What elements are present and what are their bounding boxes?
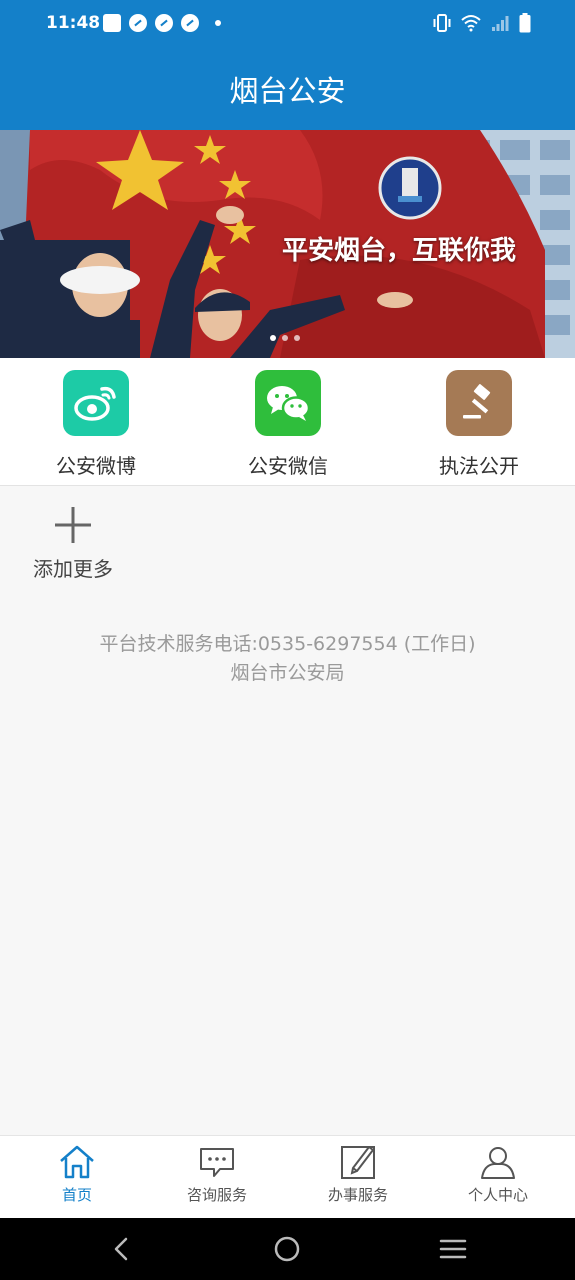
quick-action-law-enforcement[interactable]: 执法公开	[404, 370, 554, 479]
weibo-icon	[63, 370, 129, 436]
app-icon	[129, 14, 147, 32]
mail-icon	[103, 14, 121, 32]
tab-consult[interactable]: 咨询服务	[157, 1144, 277, 1205]
banner-carousel[interactable]: 平安烟台，互联你我	[0, 130, 575, 358]
tab-label: 办事服务	[327, 1186, 388, 1204]
quick-action-label: 执法公开	[439, 454, 519, 478]
organization-name: 烟台市公安局	[230, 662, 345, 684]
system-navigation-bar	[0, 1218, 575, 1280]
tab-affairs[interactable]: 办事服务	[298, 1144, 418, 1205]
carousel-dot	[294, 335, 300, 341]
gavel-icon	[446, 370, 512, 436]
add-more-label: 添加更多	[33, 557, 113, 581]
chat-icon	[200, 1148, 234, 1177]
quick-action-label: 公安微博	[56, 454, 136, 478]
app-icon	[155, 14, 173, 32]
service-phone: 平台技术服务电话:0535-6297554 (工作日)	[99, 633, 476, 655]
carousel-dot	[282, 335, 288, 341]
person-icon	[481, 1147, 515, 1179]
wifi-icon	[461, 15, 481, 32]
battery-icon	[519, 13, 531, 33]
plus-icon	[55, 507, 91, 543]
home-circle-icon[interactable]	[272, 1234, 302, 1264]
dot-icon	[215, 20, 221, 26]
menu-icon[interactable]	[438, 1234, 468, 1264]
tab-label: 首页	[61, 1186, 92, 1204]
app-icon	[181, 14, 199, 32]
tab-label: 个人中心	[467, 1186, 528, 1204]
vibrate-icon	[433, 14, 451, 32]
quick-action-weibo[interactable]: 公安微博	[21, 370, 171, 479]
wechat-icon	[255, 370, 321, 436]
page-title: 烟台公安	[229, 74, 346, 108]
signal-icon	[492, 16, 509, 31]
bottom-tab-bar: 首页 咨询服务 办事服务 个人中心	[0, 1135, 575, 1218]
app-header: 烟台公安	[0, 48, 575, 130]
add-more-button[interactable]: 添加更多	[28, 505, 118, 582]
home-icon	[60, 1145, 94, 1179]
service-info: 平台技术服务电话:0535-6297554 (工作日) 烟台市公安局	[0, 630, 575, 688]
back-icon[interactable]	[106, 1234, 136, 1264]
status-bar: 11:48	[0, 0, 575, 48]
system-icons	[433, 13, 531, 33]
carousel-indicator	[270, 335, 300, 341]
tab-label: 咨询服务	[186, 1186, 247, 1204]
notification-icons	[103, 14, 221, 32]
banner-slogan: 平安烟台，互联你我	[282, 236, 517, 266]
carousel-dot	[270, 335, 276, 341]
edit-icon	[341, 1146, 375, 1179]
tab-home[interactable]: 首页	[17, 1144, 137, 1205]
quick-action-label: 公安微信	[248, 454, 328, 478]
quick-action-wechat[interactable]: 公安微信	[213, 370, 363, 479]
quick-actions: 公安微博 公安微信 执法公开	[0, 358, 575, 486]
status-time: 11:48	[46, 13, 101, 33]
tab-profile[interactable]: 个人中心	[438, 1144, 558, 1205]
